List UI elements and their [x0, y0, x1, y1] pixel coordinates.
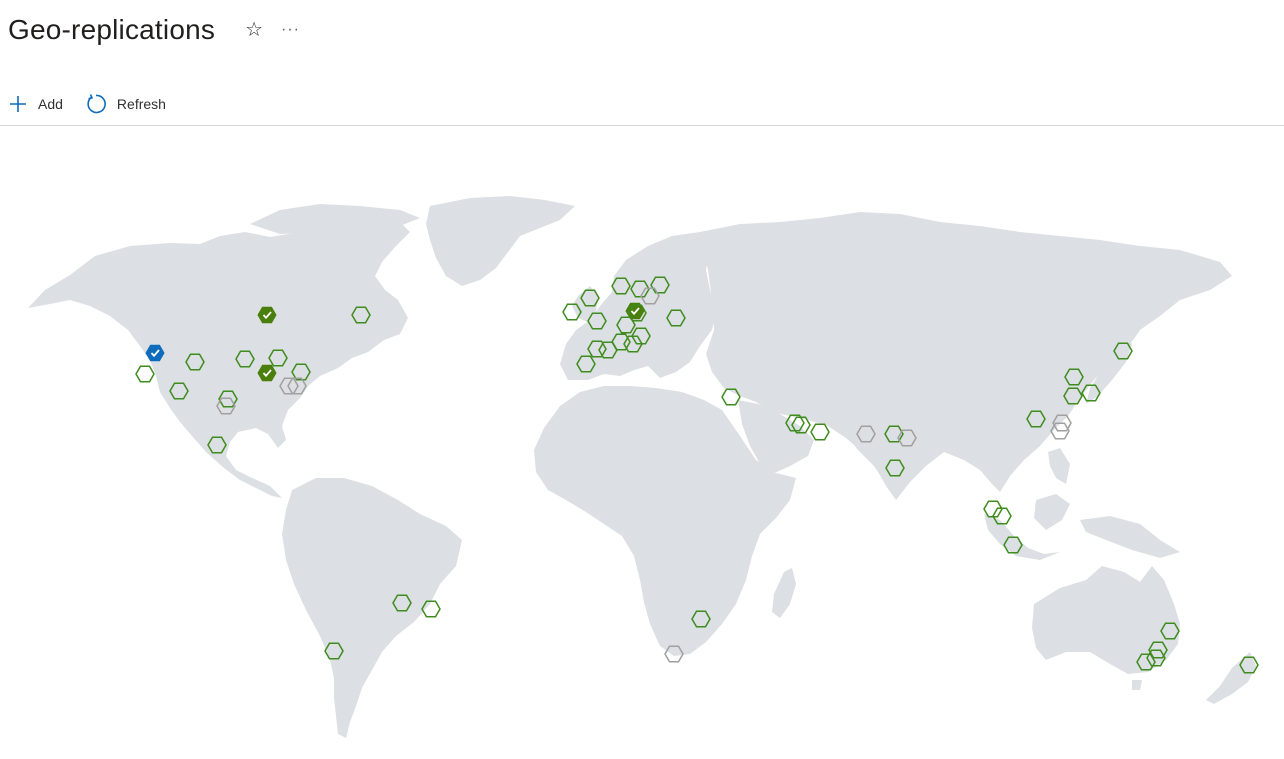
refresh-button-label: Refresh — [116, 96, 166, 112]
landmasses — [28, 196, 1256, 738]
favorite-star-icon[interactable]: ☆ — [245, 20, 263, 40]
world-map-canvas — [28, 196, 1259, 738]
available-region-marker[interactable] — [135, 365, 155, 383]
home-region-marker[interactable] — [145, 344, 165, 362]
india-land — [842, 424, 922, 496]
replicated-region-marker[interactable] — [257, 364, 277, 382]
add-button-label: Add — [38, 96, 63, 112]
available-region-marker[interactable] — [721, 388, 741, 406]
plus-icon — [10, 96, 26, 112]
more-options-icon[interactable]: ··· — [281, 22, 300, 38]
south-america-land — [282, 478, 462, 738]
greenland-land — [426, 196, 575, 286]
north-america-land — [28, 222, 410, 498]
refresh-icon — [87, 94, 106, 114]
refresh-button[interactable]: Refresh — [77, 88, 174, 120]
world-map — [0, 126, 1284, 759]
replicated-region-marker[interactable] — [257, 306, 277, 324]
tasmania-land — [1132, 680, 1142, 690]
available-region-marker[interactable] — [810, 423, 830, 441]
page-header: Geo-replications ☆ ··· — [8, 10, 300, 50]
add-button[interactable]: Add — [0, 88, 71, 120]
new-zealand-land — [1206, 652, 1256, 704]
command-bar: Add Refresh — [0, 88, 174, 120]
page-title: Geo-replications — [8, 14, 216, 45]
available-region-marker[interactable] — [983, 500, 1003, 518]
available-region-marker[interactable] — [992, 507, 1012, 525]
madagascar-land — [772, 568, 796, 618]
